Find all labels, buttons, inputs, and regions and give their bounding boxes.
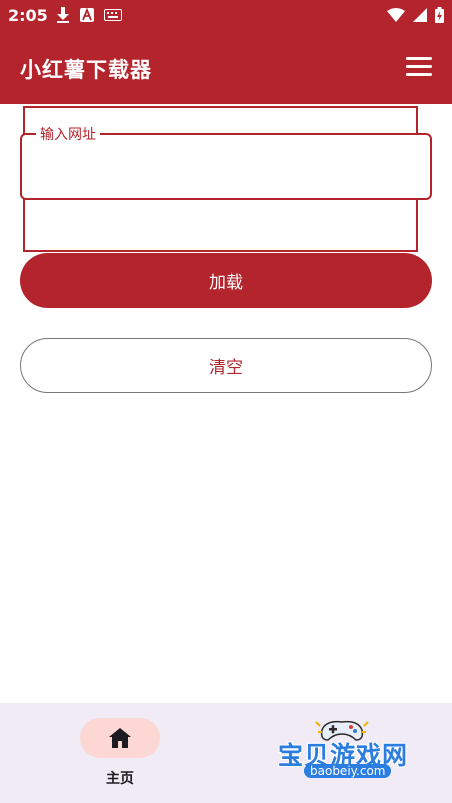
status-notification-icons — [56, 6, 122, 24]
nav-item-home[interactable]: 主页 — [60, 717, 180, 787]
download-icon — [57, 7, 69, 23]
status-system-icons — [387, 6, 444, 24]
home-icon — [109, 728, 131, 748]
status-time: 2:05 — [8, 6, 48, 25]
watermark-domain: baobeiy.com — [304, 764, 392, 778]
load-button-label: 加载 — [209, 273, 243, 293]
clear-button[interactable]: 清空 — [20, 338, 432, 393]
a-app-icon — [80, 8, 94, 22]
home-indicator-pill — [80, 718, 160, 758]
wifi-icon — [387, 8, 405, 22]
nav-home-label: 主页 — [106, 771, 134, 787]
battery-icon — [435, 7, 444, 23]
load-button[interactable]: 加载 — [20, 253, 432, 308]
app-title: 小红薯下载器 — [20, 58, 152, 82]
clear-button-label: 清空 — [209, 358, 243, 378]
url-input[interactable] — [32, 147, 421, 187]
status-bar: 2:05 — [0, 0, 452, 30]
signal-icon — [413, 8, 427, 22]
watermark-logo: 宝贝游戏网 baobeiy.com — [270, 716, 450, 801]
app-bar: 小红薯下载器 — [0, 30, 452, 104]
menu-icon — [404, 57, 434, 76]
url-input-label: 输入网址 — [36, 124, 100, 144]
menu-button[interactable] — [404, 52, 434, 82]
keyboard-icon — [104, 9, 122, 21]
